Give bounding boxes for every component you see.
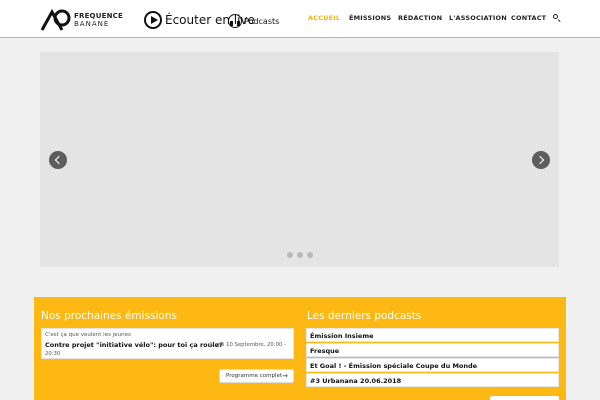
logo-text-line1: FREQUENCE [74,12,123,20]
upcoming-heading: Nos prochaines émissions [41,310,177,322]
nav-item-emissions[interactable]: ÉMISSIONS [349,14,391,22]
chevron-right-icon[interactable] [532,151,550,169]
logo-text-line2: BANANE [74,20,110,28]
podcast-title: Et Goal ! - Émission spéciale Coupe du M… [310,362,478,370]
podcast-item[interactable]: #3 Urbanana 20.06.2018 [306,373,559,387]
site-logo[interactable]: FREQUENCE BANANE [40,8,123,32]
slider-dot-2[interactable] [297,252,303,258]
upcoming-event-card[interactable]: C'est ça que veulent les jeunes Contre p… [41,328,294,359]
hero-slider [40,52,559,267]
headphones-icon [228,14,242,28]
event-show-name: C'est ça que veulent les jeunes [45,332,131,338]
podcasts-label: Podcasts [244,16,280,26]
more-podcasts-button[interactable] [490,396,559,400]
slider-dot-3[interactable] [307,252,313,258]
logo-mark-icon [40,8,71,31]
event-date: Lundi 10 Septembre, 20:00 - [210,342,286,348]
podcast-title: Fresque [310,347,340,355]
play-circle-icon [144,11,162,29]
nav-item-association[interactable]: L'ASSOCIATION [449,14,507,22]
podcast-title: Émission Insieme [310,332,374,340]
full-schedule-label: Programme complet [226,373,283,379]
podcast-item[interactable]: Et Goal ! - Émission spéciale Coupe du M… [306,358,559,372]
podcast-item[interactable]: Émission Insieme [306,328,559,342]
site-header: FREQUENCE BANANE Écouter en live Podcast… [0,0,600,38]
nav-item-redaction[interactable]: RÉDACTION [398,14,442,22]
search-icon[interactable] [553,14,561,22]
podcast-title: #3 Urbanana 20.06.2018 [310,377,402,385]
event-time: 20:30 [45,351,61,357]
chevron-left-icon[interactable] [49,151,67,169]
arrow-right-icon: → [282,372,288,380]
nav-item-contact[interactable]: CONTACT [511,14,546,22]
nav-item-accueil[interactable]: ACCUEIL [308,14,340,22]
podcast-item[interactable]: Fresque [306,343,559,357]
podcasts-heading: Les derniers podcasts [307,310,422,322]
event-title[interactable]: Contre projet "initiative vélo": pour to… [45,341,223,349]
slider-dot-1[interactable] [287,252,293,258]
podcasts-link[interactable]: Podcasts [228,13,279,29]
full-schedule-button[interactable]: Programme complet → [219,369,294,383]
